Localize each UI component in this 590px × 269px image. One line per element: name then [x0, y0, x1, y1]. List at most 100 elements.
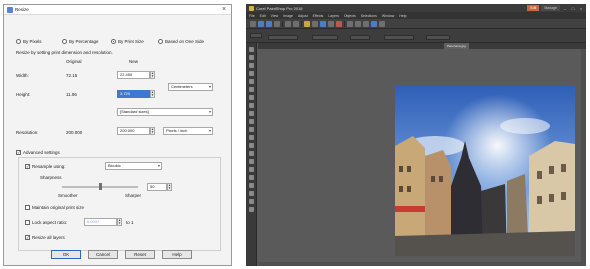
color-swatch-icon[interactable]: [249, 207, 254, 212]
radio-by-print-size[interactable]: [111, 39, 116, 44]
resample-checkbox[interactable]: ✓: [25, 164, 30, 169]
document-tab[interactable]: Panorama.jpg: [444, 43, 469, 49]
pen-tool-icon[interactable]: [249, 191, 254, 196]
panorama-image[interactable]: [395, 86, 575, 256]
resolution-original: 200.000: [66, 130, 83, 135]
chevron-down-icon: ▾: [208, 84, 211, 89]
close-icon[interactable]: ×: [578, 6, 584, 11]
menu-adjust[interactable]: Adjust: [298, 14, 308, 18]
minimize-icon[interactable]: –: [562, 6, 568, 11]
effects-icon[interactable]: [336, 20, 342, 27]
tool-option-field[interactable]: [312, 35, 338, 40]
adjust-icon[interactable]: [328, 20, 334, 27]
move-tool-icon[interactable]: [249, 71, 254, 76]
psp-app-title: Corel PaintShop Pro 2018: [256, 5, 303, 11]
zoom-tool-icon[interactable]: [249, 55, 254, 60]
resample-method-select[interactable]: Bicubic ▾: [105, 162, 162, 170]
grid-icon[interactable]: [355, 20, 361, 27]
red-eye-icon[interactable]: [249, 127, 254, 132]
selection-tool-icon[interactable]: [249, 79, 254, 84]
units-select[interactable]: Centimeters ▾: [168, 83, 213, 91]
menu-selections[interactable]: Selections: [361, 14, 377, 18]
dropper-icon[interactable]: [249, 95, 254, 100]
rotate-icon[interactable]: [312, 20, 318, 27]
menu-view[interactable]: View: [271, 14, 279, 18]
makeover-icon[interactable]: [249, 135, 254, 140]
lock-aspect-stepper[interactable]: ▲ ▼: [117, 218, 122, 226]
resize-all-layers-checkbox[interactable]: ✓: [25, 235, 30, 240]
warp-brush-icon[interactable]: [249, 199, 254, 204]
zoom-icon[interactable]: [363, 20, 369, 27]
close-icon[interactable]: ×: [217, 5, 231, 14]
pick-tool-icon[interactable]: [249, 63, 254, 68]
crop-icon[interactable]: [304, 20, 310, 27]
menu-image[interactable]: Image: [283, 14, 293, 18]
menu-edit[interactable]: Edit: [260, 14, 266, 18]
sharpness-input[interactable]: 50: [147, 183, 167, 191]
menu-layers[interactable]: Layers: [328, 14, 339, 18]
menu-window[interactable]: Window: [382, 14, 394, 18]
menu-help[interactable]: Help: [399, 14, 406, 18]
perspective-icon[interactable]: [249, 119, 254, 124]
save-icon[interactable]: [266, 20, 272, 27]
sharpness-smoother-label: Smoother: [58, 193, 78, 198]
print-icon[interactable]: [274, 20, 280, 27]
crop-tool-icon[interactable]: [249, 103, 254, 108]
menu-objects[interactable]: Objects: [344, 14, 356, 18]
new-icon[interactable]: [250, 20, 256, 27]
preset-picker[interactable]: [250, 33, 262, 38]
tool-option-field[interactable]: [384, 35, 414, 40]
paintshop-logo-icon: [249, 5, 254, 11]
resolution-input[interactable]: 200.000: [117, 127, 150, 135]
height-input[interactable]: 3.720: [117, 90, 150, 98]
cancel-button[interactable]: Cancel: [88, 250, 118, 259]
maximize-icon[interactable]: □: [570, 6, 576, 11]
radio-based-on-one-side[interactable]: [158, 39, 163, 44]
share-icon[interactable]: [371, 20, 377, 27]
settings-icon[interactable]: [379, 20, 385, 27]
vertical-scrollbar[interactable]: [581, 49, 586, 266]
tool-options-bar: [246, 29, 586, 43]
tool-option-field[interactable]: [350, 35, 370, 40]
resolution-units-select[interactable]: Pixels / inch ▾: [163, 127, 213, 135]
menu-file[interactable]: File: [249, 14, 255, 18]
undo-icon[interactable]: [285, 20, 291, 27]
clone-brush-icon[interactable]: [249, 143, 254, 148]
freehand-selection-icon[interactable]: [249, 87, 254, 92]
redo-icon[interactable]: [293, 20, 299, 27]
ok-button[interactable]: OK: [51, 250, 81, 259]
fill-icon[interactable]: [249, 167, 254, 172]
paint-brush-icon[interactable]: [249, 151, 254, 156]
open-icon[interactable]: [258, 20, 264, 27]
shape-tool-icon[interactable]: [249, 183, 254, 188]
width-stepper[interactable]: ▲ ▼: [150, 71, 155, 79]
resolution-stepper[interactable]: ▲ ▼: [150, 127, 155, 135]
lock-aspect-checkbox[interactable]: [25, 220, 30, 225]
resize-icon[interactable]: [320, 20, 326, 27]
standard-sizes-select[interactable]: [Standard sizes] ▾: [117, 108, 213, 116]
workspace-tab-manage[interactable]: Manage: [541, 5, 560, 11]
text-tool-icon[interactable]: [249, 175, 254, 180]
advanced-settings-checkbox[interactable]: ✓: [16, 150, 21, 155]
lock-aspect-input[interactable]: 6.0337: [84, 218, 117, 226]
reset-button[interactable]: Reset: [125, 250, 155, 259]
eraser-icon[interactable]: [249, 159, 254, 164]
sharpness-slider-thumb[interactable]: [98, 183, 102, 190]
menu-effects[interactable]: Effects: [313, 14, 324, 18]
help-button[interactable]: Help: [162, 250, 192, 259]
radio-by-pixels[interactable]: [16, 39, 21, 44]
radio-by-percentage[interactable]: [62, 39, 67, 44]
straighten-icon[interactable]: [249, 111, 254, 116]
pan-tool-icon[interactable]: [249, 47, 254, 52]
screen: Resize × By Pixels By Percentage By Prin…: [0, 0, 590, 269]
workspace-tab-edit[interactable]: Edit: [527, 5, 540, 11]
sharpness-stepper[interactable]: ▲ ▼: [167, 183, 172, 191]
tool-option-field[interactable]: [426, 35, 450, 40]
maintain-original-size-checkbox[interactable]: [25, 205, 30, 210]
tool-option-field[interactable]: [268, 35, 298, 40]
psp-workspace: Panorama.jpg: [246, 43, 586, 266]
height-stepper[interactable]: ▲ ▼: [150, 90, 155, 98]
width-input[interactable]: 22.450: [117, 71, 150, 79]
layers-icon[interactable]: [347, 20, 353, 27]
horizontal-scrollbar[interactable]: [258, 262, 581, 266]
